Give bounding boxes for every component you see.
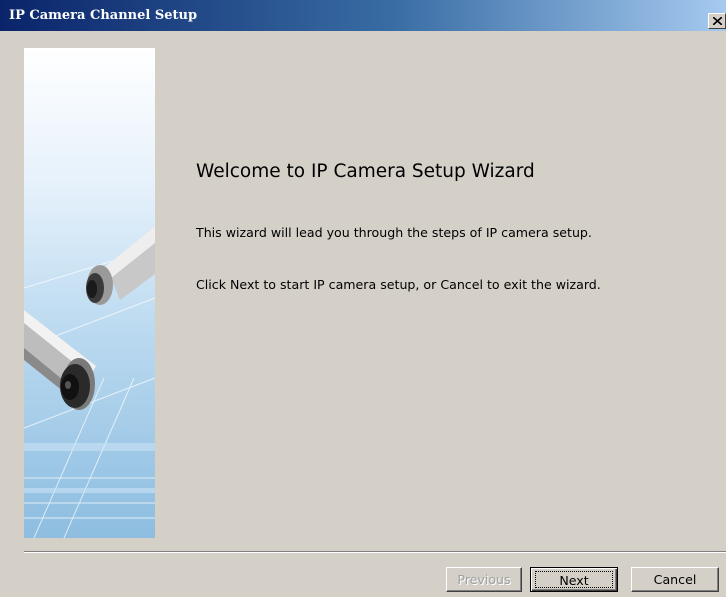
- wizard-description: This wizard will lead you through the st…: [196, 225, 592, 240]
- camera-illustration-graphic: [24, 226, 155, 538]
- camera-illustration: [24, 48, 155, 538]
- wizard-dialog: IP Camera Channel Setup Welcome to IP Ca…: [0, 0, 726, 597]
- wizard-instruction: Click Next to start IP camera setup, or …: [196, 277, 601, 292]
- next-button-label: Next: [535, 571, 613, 588]
- next-button[interactable]: Next: [530, 567, 618, 592]
- window-title: IP Camera Channel Setup: [9, 8, 198, 23]
- wizard-heading: Welcome to IP Camera Setup Wizard: [196, 161, 535, 182]
- close-button[interactable]: [708, 13, 726, 29]
- footer-separator: [24, 551, 726, 553]
- cancel-button[interactable]: Cancel: [631, 567, 719, 592]
- previous-button[interactable]: Previous: [446, 567, 522, 592]
- title-bar[interactable]: IP Camera Channel Setup: [0, 0, 726, 31]
- close-icon: [713, 17, 722, 25]
